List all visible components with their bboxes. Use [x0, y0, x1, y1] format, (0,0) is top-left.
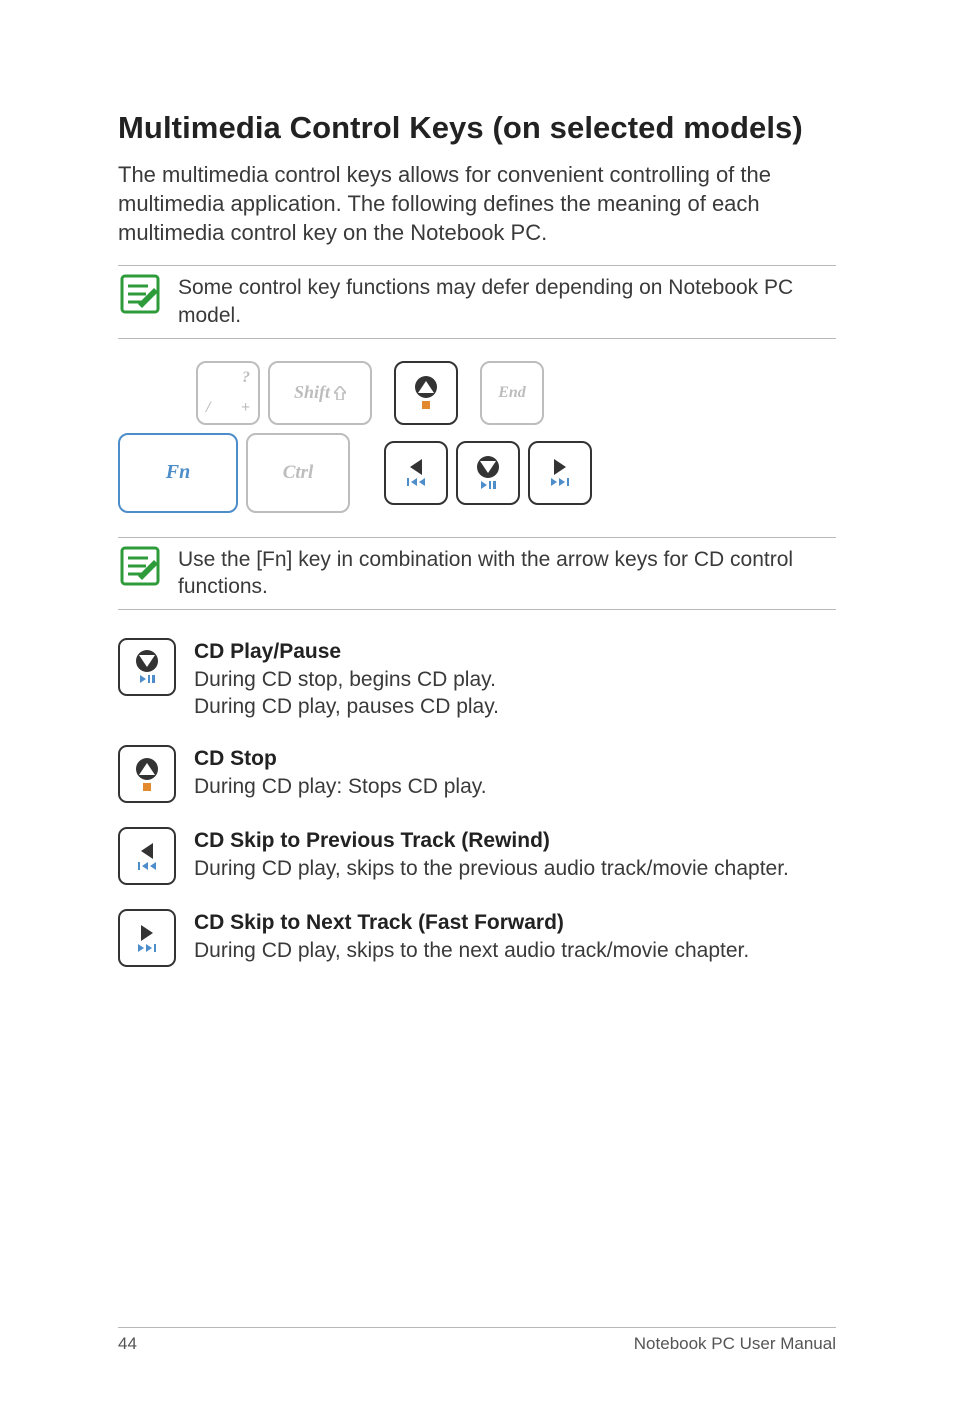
key-icon-next — [118, 909, 176, 967]
def-play-pause: CD Play/Pause During CD stop, begins CD … — [118, 638, 836, 721]
right-arrow-icon — [141, 925, 153, 941]
def-stop: CD Stop During CD play: Stops CD play. — [118, 745, 836, 803]
note-text-2: Use the [Fn] key in combination with the… — [178, 544, 836, 601]
prev-track-icon — [407, 478, 426, 486]
note-block-1: Some control key functions may defer dep… — [118, 265, 836, 338]
next-track-icon — [138, 944, 157, 952]
def-prev: CD Skip to Previous Track (Rewind) Durin… — [118, 827, 836, 885]
left-arrow-icon — [141, 843, 153, 859]
key-icon-play — [118, 638, 176, 696]
key-slash-br: + — [241, 399, 250, 417]
key-slash-bl: / — [206, 399, 210, 417]
key-icon-prev — [118, 827, 176, 885]
key-fn-label: Fn — [166, 461, 190, 484]
play-pause-icon — [140, 675, 155, 683]
key-fn: Fn — [118, 433, 238, 513]
key-ctrl: Ctrl — [246, 433, 350, 513]
def-next: CD Skip to Next Track (Fast Forward) Dur… — [118, 909, 836, 967]
play-pause-icon — [481, 481, 496, 489]
section-heading: Multimedia Control Keys (on selected mod… — [118, 110, 836, 146]
def-play-line1: During CD stop, begins CD play. — [194, 666, 499, 694]
page-number: 44 — [118, 1334, 137, 1354]
def-play-line2: During CD play, pauses CD play. — [194, 693, 499, 721]
note-icon — [118, 544, 178, 588]
manual-title: Notebook PC User Manual — [634, 1334, 836, 1354]
stop-icon-circle — [136, 758, 158, 780]
key-end-label: End — [498, 384, 526, 402]
def-prev-title: CD Skip to Previous Track (Rewind) — [194, 827, 789, 855]
key-ctrl-label: Ctrl — [283, 462, 314, 484]
note-text-1: Some control key functions may defer dep… — [178, 272, 836, 329]
def-next-line1: During CD play, skips to the next audio … — [194, 937, 749, 965]
def-stop-title: CD Stop — [194, 745, 487, 773]
key-icon-stop — [118, 745, 176, 803]
def-prev-line1: During CD play, skips to the previous au… — [194, 855, 789, 883]
key-slash-top: ? — [206, 369, 250, 387]
key-arrow-up-stop — [394, 361, 458, 425]
def-next-title: CD Skip to Next Track (Fast Forward) — [194, 909, 749, 937]
next-track-icon — [551, 478, 570, 486]
definitions-list: CD Play/Pause During CD stop, begins CD … — [118, 638, 836, 967]
intro-paragraph: The multimedia control keys allows for c… — [118, 160, 836, 247]
page-footer: 44 Notebook PC User Manual — [118, 1327, 836, 1354]
prev-track-icon — [138, 862, 157, 870]
def-stop-line1: During CD play: Stops CD play. — [194, 773, 487, 801]
key-arrow-left-prev — [384, 441, 448, 505]
right-arrow-icon — [554, 459, 566, 475]
stop-icon-circle — [415, 376, 437, 398]
play-icon-circle — [136, 650, 158, 672]
stop-icon — [422, 401, 430, 409]
key-shift-label: Shift — [294, 382, 330, 403]
def-play-title: CD Play/Pause — [194, 638, 499, 666]
stop-icon — [143, 783, 151, 791]
key-arrow-right-next — [528, 441, 592, 505]
key-end: End — [480, 361, 544, 425]
key-diagram: ? / + Shift End — [118, 361, 836, 513]
key-arrow-down-play — [456, 441, 520, 505]
note-block-2: Use the [Fn] key in combination with the… — [118, 537, 836, 610]
left-arrow-icon — [410, 459, 422, 475]
play-icon-circle — [477, 456, 499, 478]
note-icon — [118, 272, 178, 316]
key-shift: Shift — [268, 361, 372, 425]
key-slash: ? / + — [196, 361, 260, 425]
